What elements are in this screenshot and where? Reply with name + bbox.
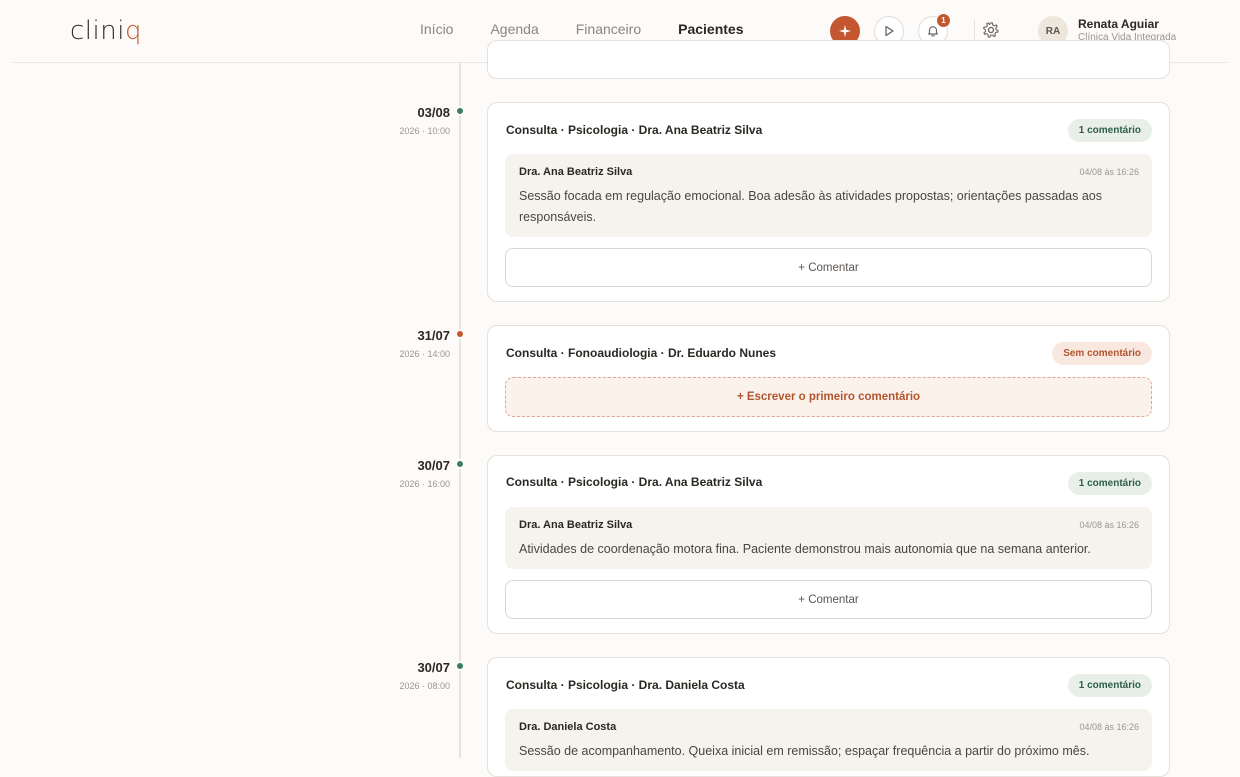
entry-date-sub: 2026 · 16:00 xyxy=(399,479,450,489)
comment-time: 04/08 às 16:26 xyxy=(1079,520,1139,530)
sparkle-icon xyxy=(839,25,851,37)
status-dot xyxy=(455,459,465,469)
nav-item-financeiro[interactable]: Financeiro xyxy=(576,21,641,37)
comment-text: Atividades de coordenação motora fina. P… xyxy=(519,542,1091,556)
comment-box: Dra. Daniela Costa 04/08 às 16:26 Sessão… xyxy=(505,709,1152,771)
comment-text: Sessão de acompanhamento. Queixa inicial… xyxy=(519,744,1090,758)
comment-author: Dra. Ana Beatriz Silva xyxy=(519,166,633,178)
entry-date: 30/07 xyxy=(417,660,450,675)
entry-date-sub: 2026 · 14:00 xyxy=(399,349,450,359)
status-dot xyxy=(455,329,465,339)
nav-item-inicio[interactable]: Início xyxy=(420,21,453,37)
add-comment-button[interactable]: + Comentar xyxy=(505,580,1152,619)
comment-time: 04/08 às 16:26 xyxy=(1079,722,1139,732)
card-title: Consulta · Fonoaudiologia · Dr. Eduardo … xyxy=(506,346,776,360)
user-name: Renata Aguiar xyxy=(1078,17,1159,31)
comment-time: 04/08 às 16:26 xyxy=(1079,167,1139,177)
timeline-card-previous xyxy=(487,40,1170,79)
notification-badge: 1 xyxy=(936,13,951,28)
timeline-card: Consulta · Psicologia · Dra. Ana Beatriz… xyxy=(487,102,1170,302)
add-comment-button[interactable]: + Comentar xyxy=(505,248,1152,287)
status-dot xyxy=(455,106,465,116)
entry-date: 30/07 xyxy=(417,458,450,473)
status-dot xyxy=(455,661,465,671)
card-title: Consulta · Psicologia · Dra. Daniela Cos… xyxy=(506,678,745,692)
main-nav: Início Agenda Financeiro Pacientes xyxy=(420,21,781,37)
comment-box: Dra. Ana Beatriz Silva 04/08 às 16:26 At… xyxy=(505,507,1152,569)
nav-item-pacientes[interactable]: Pacientes xyxy=(678,21,743,37)
settings-button[interactable] xyxy=(982,21,1000,39)
play-icon xyxy=(885,25,894,37)
card-title: Consulta · Psicologia · Dra. Ana Beatriz… xyxy=(506,475,763,489)
entry-date: 31/07 xyxy=(417,328,450,343)
comment-count-badge: 1 comentário xyxy=(1067,119,1152,142)
card-title: Consulta · Psicologia · Dra. Ana Beatriz… xyxy=(506,123,763,137)
timeline-line xyxy=(459,63,461,758)
comment-text: Sessão focada em regulação emocional. Bo… xyxy=(519,189,1103,224)
nav-item-agenda[interactable]: Agenda xyxy=(490,21,538,37)
app-logo[interactable]: cliniq xyxy=(70,16,142,46)
timeline-card: Consulta · Psicologia · Dra. Daniela Cos… xyxy=(487,657,1170,777)
entry-date-sub: 2026 · 08:00 xyxy=(399,681,450,691)
entry-date-sub: 2026 · 10:00 xyxy=(399,126,450,136)
write-first-comment-button[interactable]: + Escrever o primeiro comentário xyxy=(505,377,1152,417)
timeline-card: Consulta · Psicologia · Dra. Ana Beatriz… xyxy=(487,455,1170,634)
entry-date: 03/08 xyxy=(417,105,450,120)
comment-author: Dra. Daniela Costa xyxy=(519,721,617,733)
comment-box: Dra. Ana Beatriz Silva 04/08 às 16:26 Se… xyxy=(505,154,1152,237)
comment-count-badge: 1 comentário xyxy=(1067,674,1152,697)
timeline-card: Consulta · Fonoaudiologia · Dr. Eduardo … xyxy=(487,325,1170,432)
comment-count-badge: 1 comentário xyxy=(1067,472,1152,495)
header-divider xyxy=(974,20,975,42)
gear-icon xyxy=(983,22,999,38)
no-comment-badge: Sem comentário xyxy=(1052,342,1152,365)
comment-author: Dra. Ana Beatriz Silva xyxy=(519,519,633,531)
